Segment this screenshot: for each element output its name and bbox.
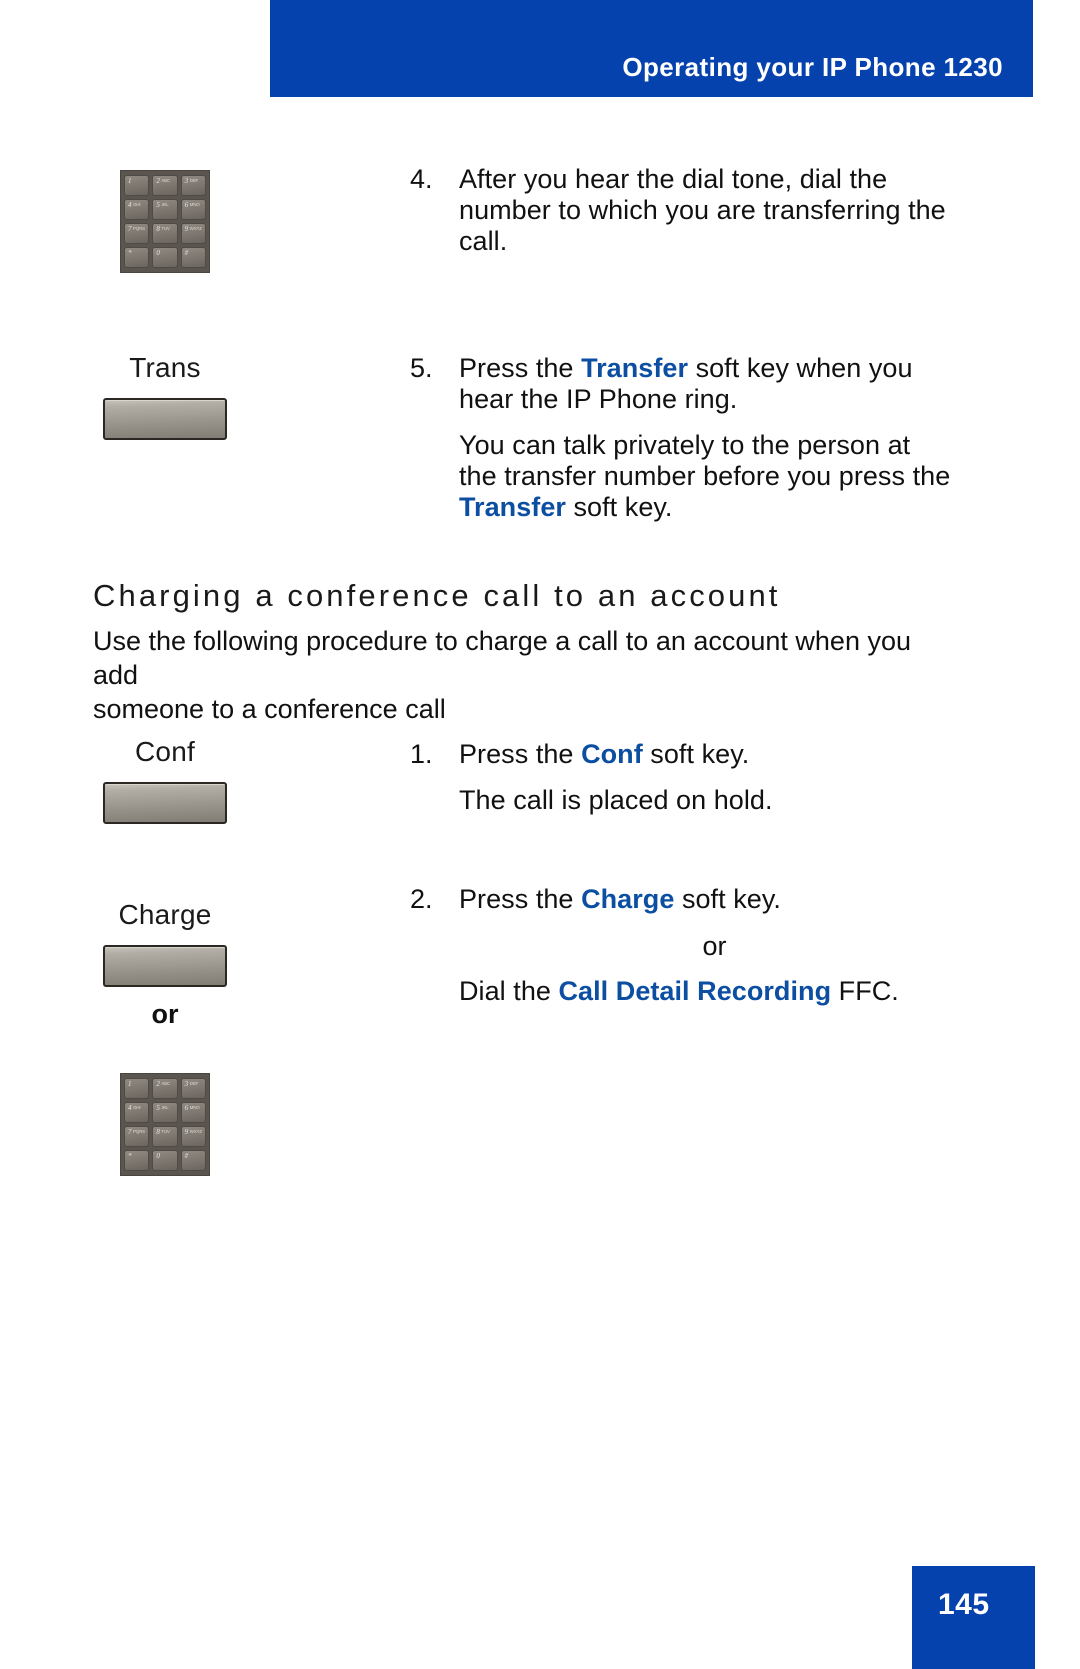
step-4-text: After you hear the dial tone, dial the n…	[459, 164, 970, 257]
step-2-text: Press the Charge soft key.	[459, 884, 970, 915]
conf-softkey-label: Conf	[135, 736, 195, 767]
dialpad2-key-2: 2 ABC	[152, 1078, 178, 1099]
charge-softkey-art: Charge or	[0, 899, 330, 1030]
step-5-note: You can talk privately to the person at …	[459, 430, 970, 523]
dialpad2-key-7: 7 PQRS	[124, 1126, 150, 1147]
section-intro-line-2: someone to a conference call	[93, 694, 446, 724]
dialpad-key-2: 2 ABC	[152, 175, 178, 196]
call-detail-recording-keyword: Call Detail Recording	[558, 976, 832, 1006]
step-5-pre: Press the	[459, 353, 582, 383]
trans-softkey-button[interactable]	[103, 397, 227, 440]
step-1-pre: Press the	[459, 739, 582, 769]
trans-softkey-label: Trans	[129, 352, 201, 383]
step-5-number: 5.	[410, 353, 433, 383]
step-5-note-line-2: the transfer number before you press the	[459, 461, 951, 491]
dialpad2-key-3: 3 DEF	[180, 1078, 206, 1099]
step-4: 4. After you hear the dial tone, dial th…	[410, 164, 970, 257]
dialpad-key-7: 7 PQRS	[124, 223, 150, 244]
step-2-alt-text: Dial the Call Detail Recording FFC.	[459, 976, 970, 1007]
step-2-number: 2.	[410, 884, 433, 914]
step-1-text: Press the Conf soft key.	[459, 739, 970, 770]
dialpad2-key-star: *	[124, 1150, 150, 1171]
dialpad-key-4: 4 GHI	[124, 199, 150, 220]
dialpad2-key-1: 1	[124, 1078, 150, 1099]
step-1-post: soft key.	[642, 739, 750, 769]
step-2-or-label: or	[702, 931, 727, 961]
step-5-post: soft key when you	[688, 353, 913, 383]
step-2-pre: Press the	[459, 884, 582, 914]
dialpad-icon-2: 1 2 ABC 3 DEF 4 GHI 5 JKL 6 MNO 7 PQRS 8 TUV 9W…	[120, 1073, 210, 1176]
step-5: 5. Press the Transfer soft key when you …	[410, 353, 970, 523]
step2-dialpad-art: 1 2 ABC 3 DEF 4 GHI 5 JKL 6 MNO 7 PQRS 8 TUV 9W…	[0, 1073, 330, 1176]
step-1-number: 1.	[410, 739, 433, 769]
dialpad-key-3: 3 DEF	[180, 175, 206, 196]
step-4-number: 4.	[410, 164, 433, 194]
step-5-line-2: hear the IP Phone ring.	[459, 384, 738, 414]
dialpad2-key-9: 9 WXYZ	[180, 1126, 206, 1147]
dialpad-key-6: 6 MNO	[180, 199, 206, 220]
transfer-keyword-2: Transfer	[459, 492, 566, 522]
dialpad-key-1: 1	[124, 175, 150, 196]
conf-softkey-art: Conf	[0, 736, 330, 824]
step-5-note-line-1: You can talk privately to the person at	[459, 430, 911, 460]
step-4-line-2: number to which you are transferring the	[459, 195, 946, 225]
section-intro-paragraph: Use the following procedure to charge a …	[93, 624, 953, 726]
dialpad-key-5: 5 JKL	[152, 199, 178, 220]
dialpad2-key-pound: #	[180, 1150, 206, 1171]
charge-softkey-button[interactable]	[103, 944, 227, 987]
dialpad2-key-4: 4 GHI	[124, 1102, 150, 1123]
step-5-text: Press the Transfer soft key when you hea…	[459, 353, 970, 415]
step-2-alt-post: FFC.	[831, 976, 899, 1006]
charge-softkey-label: Charge	[118, 899, 212, 930]
left-or-label: or	[151, 998, 179, 1029]
step-1-note: The call is placed on hold.	[459, 785, 773, 815]
dialpad2-key-8: 8 TUV	[152, 1126, 178, 1147]
page-title: Operating your IP Phone 1230	[622, 52, 1003, 82]
charge-keyword: Charge	[581, 884, 675, 914]
dialpad-icon: 1 2 ABC 3 DEF 4 GHI 5 JKL 6 MNO 7 PQRS 8 TUV 9W…	[120, 170, 210, 273]
section-heading: Charging a conference call to an account	[93, 578, 781, 613]
page-number-box: 145	[912, 1566, 1035, 1669]
step-5-note-post: soft key.	[565, 492, 673, 522]
step-4-line-1: After you hear the dial tone, dial the	[459, 164, 888, 194]
step-2-post: soft key.	[674, 884, 781, 914]
step-1: 1. Press the Conf soft key. The call is …	[410, 739, 970, 816]
conf-softkey-button[interactable]	[103, 781, 227, 824]
transfer-keyword: Transfer	[581, 353, 689, 383]
step-2-alt-pre: Dial the	[459, 976, 559, 1006]
step-2: 2. Press the Charge soft key. or Dial th…	[410, 884, 970, 1007]
dialpad-key-8: 8 TUV	[152, 223, 178, 244]
dialpad-key-0: 0	[152, 247, 178, 268]
step4-dialpad-art: 1 2 ABC 3 DEF 4 GHI 5 JKL 6 MNO 7 PQRS 8 TUV 9W…	[0, 170, 330, 273]
dialpad2-key-0: 0	[152, 1150, 178, 1171]
page-number: 145	[938, 1588, 990, 1621]
section-intro-line-1: Use the following procedure to charge a …	[93, 626, 912, 690]
dialpad-key-9: 9 WXYZ	[180, 223, 206, 244]
trans-softkey-art: Trans	[0, 352, 330, 440]
document-page: Operating your IP Phone 1230 1 2 ABC 3 DEF…	[0, 0, 1080, 1669]
dialpad-key-pound: #	[180, 247, 206, 268]
conf-keyword: Conf	[581, 739, 643, 769]
dialpad2-key-6: 6 MNO	[180, 1102, 206, 1123]
header-banner: Operating your IP Phone 1230	[270, 0, 1033, 97]
dialpad2-key-5: 5 JKL	[152, 1102, 178, 1123]
step-4-line-3: call.	[459, 226, 508, 256]
dialpad-key-star: *	[124, 247, 150, 268]
